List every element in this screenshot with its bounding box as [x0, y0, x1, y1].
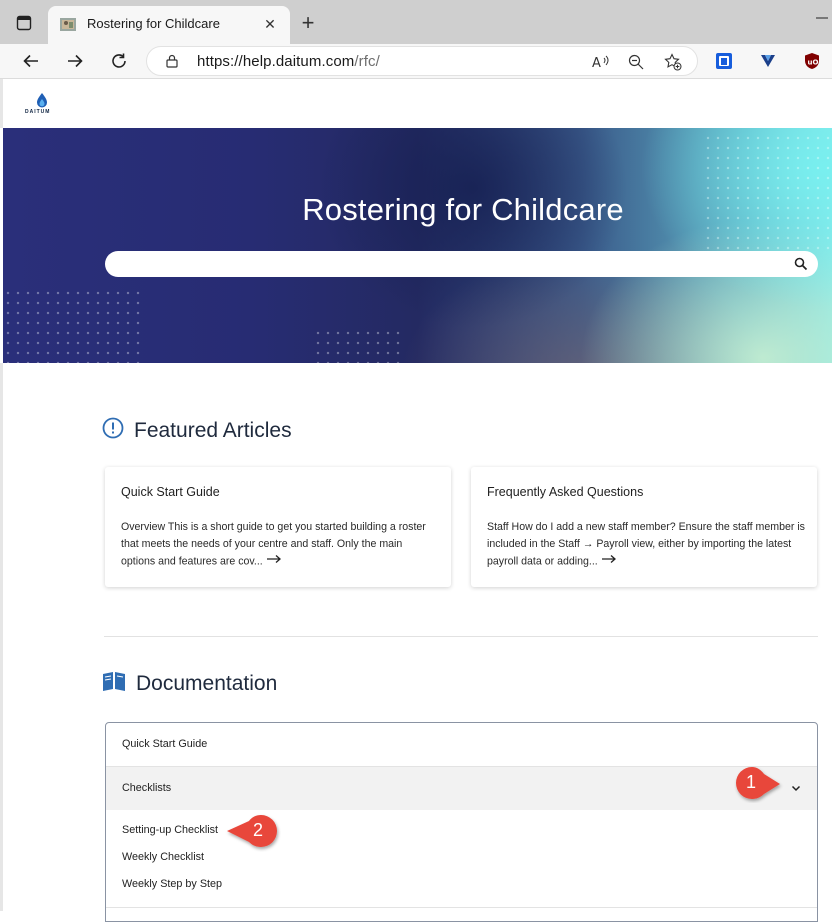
lock-icon[interactable]	[165, 54, 179, 68]
card-title[interactable]: Quick Start Guide	[121, 485, 220, 499]
arrow-right-icon[interactable]	[601, 553, 617, 570]
url-host: https://help.daitum.com	[197, 53, 355, 70]
tab-actions-icon[interactable]	[11, 12, 37, 34]
forward-icon[interactable]	[62, 48, 88, 74]
svg-text:A: A	[592, 56, 601, 70]
card-excerpt: Staff How do I add a new staff member? E…	[487, 519, 805, 570]
doc-subitem-weekly-step-by-step[interactable]: Weekly Step by Step	[122, 878, 222, 890]
browser-tab[interactable]: Rostering for Childcare ✕	[48, 6, 290, 44]
url-path: /rfc/	[354, 53, 380, 70]
search-icon[interactable]	[794, 257, 808, 271]
info-circle-icon	[102, 417, 124, 444]
add-favorite-icon[interactable]	[663, 52, 683, 72]
card-title[interactable]: Frequently Asked Questions	[487, 485, 643, 499]
hero-banner: Rostering for Childcare	[3, 128, 832, 363]
documentation-heading: Documentation	[136, 671, 278, 695]
address-bar[interactable]: https://help.daitum.com/rfc/ A	[146, 46, 698, 76]
list-divider	[106, 907, 817, 908]
extension-ublock-icon[interactable]: uO	[801, 50, 823, 72]
page-title: Rostering for Childcare	[302, 192, 624, 227]
featured-card[interactable]: Quick Start Guide Overview This is a sho…	[105, 467, 451, 587]
book-icon	[102, 670, 126, 697]
refresh-icon[interactable]	[106, 48, 132, 74]
section-divider	[104, 636, 818, 637]
read-aloud-icon[interactable]: A	[591, 52, 611, 72]
logo-text: DAITUM	[25, 109, 51, 115]
extension-bitwarden-icon[interactable]	[713, 50, 735, 72]
doc-subitem-setting-up-checklist[interactable]: Setting-up Checklist	[122, 824, 218, 836]
browser-toolbar: https://help.daitum.com/rfc/ A uO	[0, 44, 832, 79]
doc-item-checklists[interactable]: Checklists	[106, 767, 817, 810]
doc-subitem-weekly-checklist[interactable]: Weekly Checklist	[122, 851, 204, 863]
back-icon[interactable]	[18, 48, 44, 74]
svg-text:uO: uO	[808, 59, 819, 67]
card-excerpt-text: Staff How do I add a new staff member? E…	[487, 521, 805, 568]
hero-dot-pattern	[3, 288, 143, 363]
featured-card[interactable]: Frequently Asked Questions Staff How do …	[471, 467, 817, 587]
minimize-icon[interactable]	[814, 8, 830, 24]
callout-badge-2: 2	[225, 812, 281, 857]
search-input[interactable]	[105, 251, 818, 277]
arrow-right-icon[interactable]	[266, 553, 282, 570]
documentation-header: Documentation	[102, 670, 277, 697]
tab-title: Rostering for Childcare	[87, 16, 220, 31]
chevron-down-icon[interactable]	[790, 782, 802, 794]
close-tab-icon[interactable]: ✕	[260, 14, 280, 34]
extension-v-icon[interactable]	[757, 50, 779, 72]
card-excerpt: Overview This is a short guide to get yo…	[121, 519, 439, 570]
page-left-border	[0, 363, 3, 911]
favicon-icon	[60, 16, 78, 32]
callout-number: 2	[253, 820, 264, 840]
site-header: DAITUM	[0, 79, 832, 128]
callout-badge-1: 1	[733, 765, 785, 808]
callout-number: 1	[746, 772, 757, 792]
documentation-list: Quick Start Guide Checklists Setting-up …	[105, 722, 818, 922]
doc-item-quick-start-guide[interactable]: Quick Start Guide	[106, 723, 817, 767]
new-tab-icon[interactable]: +	[296, 10, 320, 35]
featured-articles-header: Featured Articles	[102, 417, 292, 444]
browser-tab-bar: Rostering for Childcare ✕ +	[0, 0, 832, 44]
doc-item-label[interactable]: Quick Start Guide	[122, 738, 207, 750]
zoom-out-icon[interactable]	[626, 52, 646, 72]
featured-articles-heading: Featured Articles	[134, 418, 292, 442]
doc-item-label[interactable]: Checklists	[122, 782, 171, 794]
hero-dot-pattern	[313, 328, 403, 363]
url-text: https://help.daitum.com/rfc/	[197, 53, 380, 70]
